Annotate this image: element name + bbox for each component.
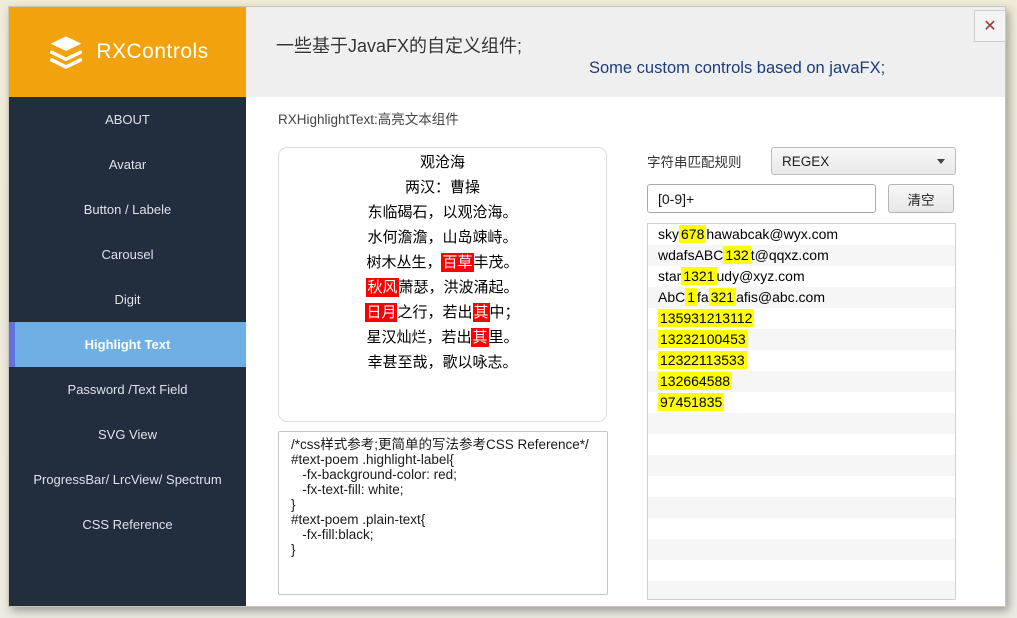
highlight-segment: 秋风 — [366, 278, 398, 297]
text-segment: AbC — [658, 289, 685, 305]
app-window: RXControls 一些基于JavaFX的自定义组件; Some custom… — [8, 6, 1006, 607]
match-mode-select[interactable]: REGEX — [771, 147, 956, 175]
highlight-segment: 678 — [679, 225, 706, 243]
list-item[interactable]: 135931213112 — [648, 308, 955, 329]
poem-line: 东临碣石，以观沧海。 — [279, 200, 606, 225]
list-item[interactable]: star1321udy@xyz.com — [648, 266, 955, 287]
text-segment: 水何澹澹，山岛竦峙。 — [367, 229, 517, 246]
poem-line: 幸甚至哉，歌以咏志。 — [279, 350, 606, 375]
text-segment: 之行，若出 — [397, 304, 472, 321]
highlight-text-poem-panel: 观沧海两汉：曹操东临碣石，以观沧海。水何澹澹，山岛竦峙。树木丛生，百草丰茂。秋风… — [278, 147, 607, 422]
poem-line: 观沧海 — [279, 150, 606, 175]
text-segment: t@qqxz.com — [751, 247, 829, 263]
text-segment: afis@abc.com — [736, 289, 825, 305]
chevron-down-icon — [937, 159, 945, 164]
sidebar-item-carousel[interactable]: Carousel — [9, 232, 246, 277]
sidebar-item-svg-view[interactable]: SVG View — [9, 412, 246, 457]
text-segment: fa — [697, 289, 709, 305]
list-item[interactable]: 132664588 — [648, 371, 955, 392]
sidebar-item-avatar[interactable]: Avatar — [9, 142, 246, 187]
list-item[interactable]: AbC1fa321afis@abc.com — [648, 287, 955, 308]
poem-line: 水何澹澹，山岛竦峙。 — [279, 225, 606, 250]
match-result-list[interactable]: sky678hawabcak@wyx.comwdafsABC132t@qqxz.… — [647, 223, 956, 600]
text-segment: udy@xyz.com — [717, 268, 805, 284]
main-content: RXHighlightText:高亮文本组件 观沧海两汉：曹操东临碣石，以观沧海… — [246, 97, 1005, 606]
pattern-input[interactable] — [647, 184, 876, 213]
list-item[interactable]: sky678hawabcak@wyx.com — [648, 224, 955, 245]
highlight-segment: 12322113533 — [658, 351, 747, 369]
highlight-segment: 日月 — [365, 303, 397, 322]
text-segment: hawabcak@wyx.com — [706, 226, 838, 242]
text-segment: sky — [658, 226, 679, 242]
highlight-segment: 321 — [709, 288, 736, 306]
highlight-segment: 其 — [473, 303, 490, 322]
list-item[interactable]: wdafsABC132t@qqxz.com — [648, 245, 955, 266]
text-segment: 中； — [490, 304, 520, 321]
highlight-segment: 其 — [471, 328, 488, 347]
text-segment: 丰茂。 — [474, 254, 519, 271]
page-title: 一些基于JavaFX的自定义组件; — [276, 32, 522, 58]
list-item[interactable]: 12322113533 — [648, 350, 955, 371]
text-segment: 两汉：曹操 — [405, 179, 480, 196]
close-icon[interactable]: ✕ — [974, 10, 1006, 42]
text-segment: wdafsABC — [658, 247, 723, 263]
text-segment: 星汉灿烂，若出 — [366, 329, 471, 346]
poem-line: 秋风萧瑟，洪波涌起。 — [279, 275, 606, 300]
highlight-segment: 13232100453 — [658, 330, 748, 348]
sidebar-item-css-reference[interactable]: CSS Reference — [9, 502, 246, 547]
list-item[interactable]: 97451835 — [648, 392, 955, 413]
text-segment: 观沧海 — [420, 154, 465, 171]
layers-icon — [46, 32, 86, 72]
text-segment: 萧瑟，洪波涌起。 — [399, 279, 519, 296]
brand-block: RXControls — [9, 7, 246, 97]
poem-line: 日月之行，若出其中； — [279, 300, 606, 325]
clear-button[interactable]: 清空 — [888, 184, 954, 213]
text-segment: star — [658, 268, 681, 284]
text-segment: 里。 — [489, 329, 519, 346]
sidebar-item-password-text-field[interactable]: Password /Text Field — [9, 367, 246, 412]
poem-line: 树木丛生，百草丰茂。 — [279, 250, 606, 275]
highlight-segment: 97451835 — [658, 393, 724, 411]
highlight-segment: 135931213112 — [658, 309, 754, 327]
text-segment: 树木丛生， — [366, 254, 441, 271]
css-code-textarea[interactable]: /*css样式参考;更简单的写法参考CSS Reference*/ #text-… — [278, 431, 608, 595]
sidebar: ABOUTAvatarButton / LabeleCarouselDigitH… — [9, 97, 246, 606]
match-mode-value: REGEX — [782, 154, 829, 169]
brand-name: RXControls — [96, 40, 208, 64]
text-segment: 幸甚至哉，歌以咏志。 — [367, 354, 517, 371]
poem-line: 星汉灿烂，若出其里。 — [279, 325, 606, 350]
sidebar-item-progressbar-lrcview-spectrum[interactable]: ProgressBar/ LrcView/ Spectrum — [9, 457, 246, 502]
match-rule-label: 字符串匹配规则 — [647, 151, 742, 171]
sidebar-item-highlight-text[interactable]: Highlight Text — [9, 322, 246, 367]
text-segment: 东临碣石，以观沧海。 — [367, 204, 517, 221]
sidebar-item-button-labele[interactable]: Button / Labele — [9, 187, 246, 232]
highlight-segment: 1321 — [681, 267, 716, 285]
highlight-segment: 百草 — [441, 253, 473, 272]
header: 一些基于JavaFX的自定义组件; Some custom controls b… — [246, 7, 1005, 97]
sidebar-item-about[interactable]: ABOUT — [9, 97, 246, 142]
highlight-segment: 1 — [685, 288, 697, 306]
section-title: RXHighlightText:高亮文本组件 — [278, 108, 459, 128]
highlight-segment: 132664588 — [658, 372, 732, 390]
page-subtitle: Some custom controls based on javaFX; — [589, 59, 885, 78]
highlight-segment: 132 — [723, 246, 750, 264]
sidebar-item-digit[interactable]: Digit — [9, 277, 246, 322]
poem-line: 两汉：曹操 — [279, 175, 606, 200]
list-item[interactable]: 13232100453 — [648, 329, 955, 350]
